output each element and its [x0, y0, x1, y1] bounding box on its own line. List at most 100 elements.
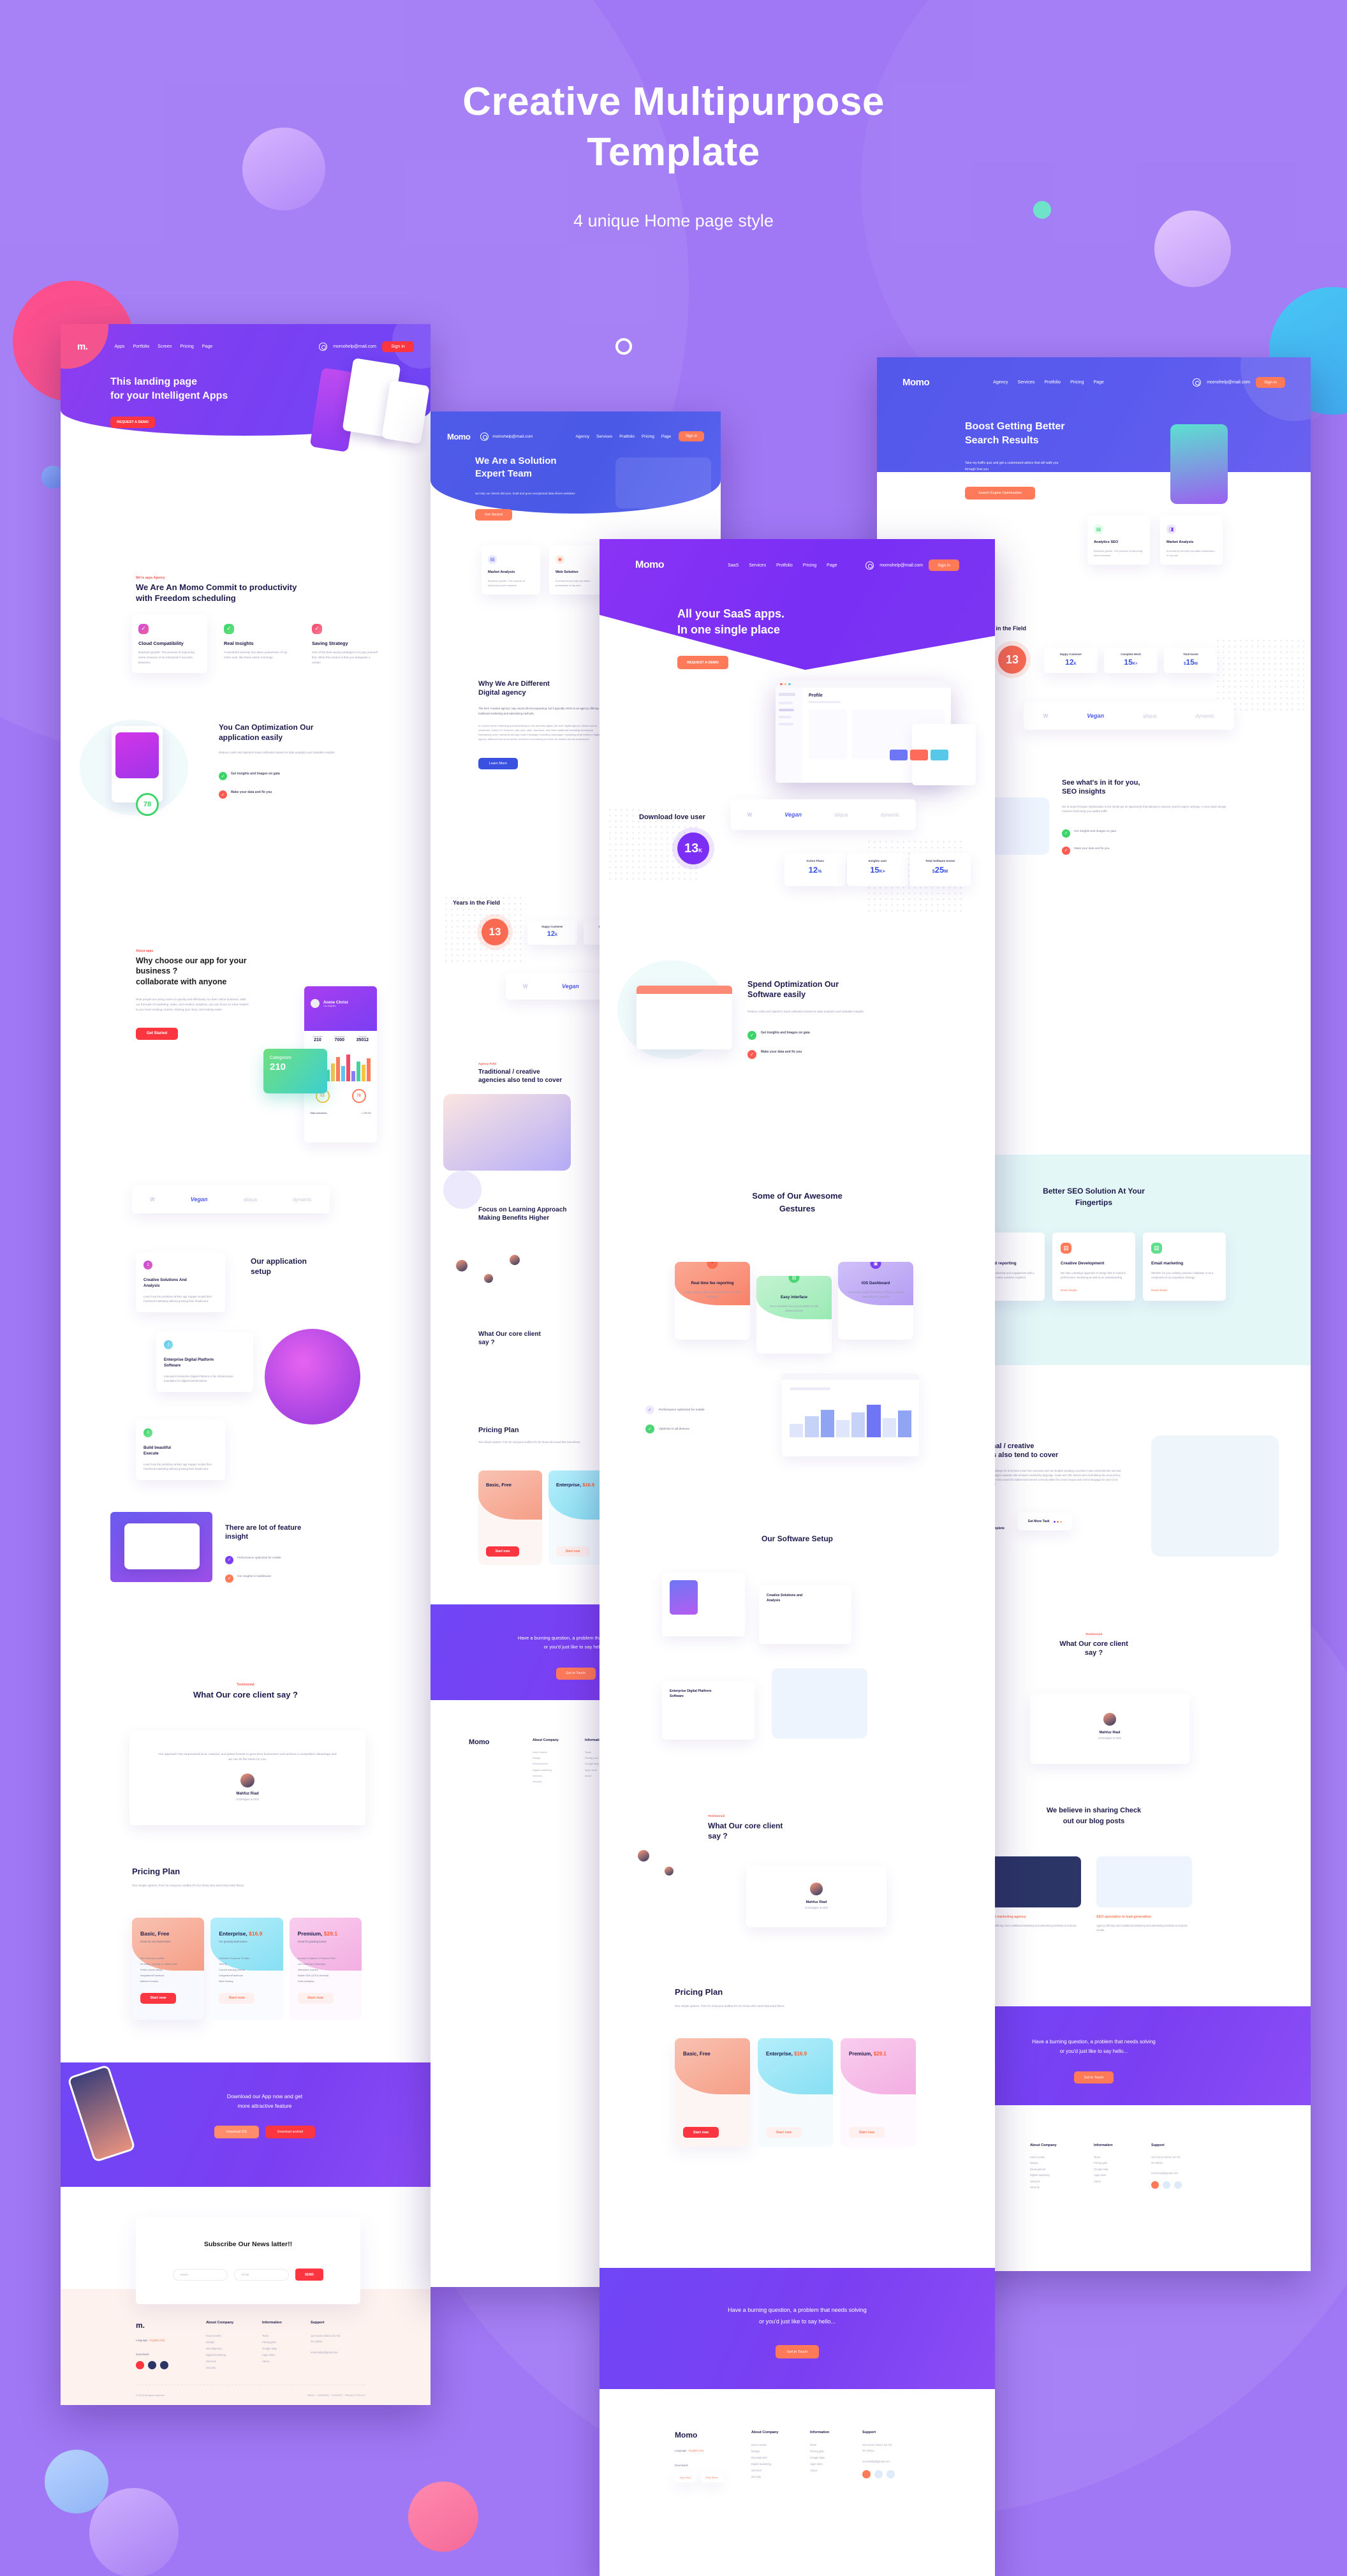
- footer-bottom-link[interactable]: NEWS: [307, 2394, 315, 2397]
- blog-card[interactable]: Digital marketing agency Agency offering…: [985, 1856, 1081, 1932]
- service-card[interactable]: ▤ Market Analysis Business growth. The p…: [482, 545, 540, 595]
- footer-link[interactable]: Services: [533, 1774, 542, 1777]
- avatar[interactable]: [484, 1274, 493, 1283]
- footer-email[interactable]: momohelp@gmail.com: [311, 2351, 365, 2354]
- footer-link[interactable]: Apps store: [262, 2353, 275, 2357]
- footer-link[interactable]: About: [1094, 2180, 1101, 2183]
- setup-card[interactable]: [662, 1573, 745, 1636]
- twitter-icon[interactable]: [148, 2361, 156, 2369]
- footer-email[interactable]: momohelp@gmail.com: [862, 2460, 926, 2463]
- footer-link[interactable]: Apps store: [810, 2462, 823, 2466]
- footer-link[interactable]: Digital marketing: [533, 1768, 552, 1772]
- subscribe-email-input[interactable]: Email: [234, 2269, 289, 2281]
- feature-card[interactable]: ✓ Saving Strategy One of the best saving…: [308, 614, 383, 673]
- nav-link-apps[interactable]: Apps: [115, 344, 125, 349]
- different-cta-button[interactable]: Learn More: [478, 758, 518, 770]
- pricing-card[interactable]: Basic, Free Great for new businesses 250…: [132, 1918, 205, 2020]
- plan-cta-button[interactable]: Start now: [297, 1992, 334, 2004]
- nav-link-page[interactable]: Page: [827, 563, 837, 568]
- footer-link[interactable]: Pricing plan: [585, 1756, 598, 1759]
- footer-link[interactable]: Google Map: [262, 2347, 277, 2350]
- setup-card[interactable]: Enterprise Digital Platform Software: [662, 1681, 754, 1740]
- nav-link-page[interactable]: Page: [661, 434, 671, 439]
- why-cta-button[interactable]: Get Started: [136, 1027, 178, 1040]
- footer-link[interactable]: Services: [206, 2360, 216, 2363]
- nav-link-services[interactable]: Services: [1018, 380, 1035, 385]
- nav-email[interactable]: momohelp@mail.com: [492, 434, 533, 439]
- footer-link[interactable]: Pricing plan: [262, 2341, 276, 2344]
- nav-link-agency[interactable]: Agency: [575, 434, 589, 439]
- pricing-card[interactable]: Enterprise, $16.9 Start now: [758, 2038, 833, 2147]
- facebook-icon[interactable]: [862, 2470, 871, 2479]
- logo[interactable]: Momo: [447, 432, 471, 441]
- pricing-card[interactable]: Basic, Free Start now: [675, 2038, 750, 2147]
- footer-language-value[interactable]: English (UK): [150, 2339, 165, 2342]
- nav-link-page[interactable]: Page: [202, 344, 212, 349]
- hero-cta-button[interactable]: REQUEST A DEMO: [110, 417, 155, 429]
- footer-bottom-link[interactable]: PRIVACY POLICY: [345, 2394, 365, 2397]
- nav-link-services[interactable]: Services: [596, 434, 612, 439]
- twitter-icon[interactable]: [874, 2470, 883, 2479]
- navbar[interactable]: Momo momohelp@mail.com Agency Services P…: [431, 426, 721, 447]
- nav-link-screen[interactable]: Screen: [158, 344, 172, 349]
- signin-button[interactable]: Sign in: [929, 559, 959, 571]
- footer-link[interactable]: Design: [751, 2450, 760, 2453]
- pricing-card[interactable]: Enterprise, $16.9 For growing businesses…: [210, 1918, 283, 2020]
- footer-link[interactable]: Design: [206, 2341, 214, 2344]
- dribbble-icon[interactable]: [160, 2361, 168, 2369]
- blog-title[interactable]: Digital marketing agency: [985, 1915, 1081, 1919]
- mockup-app-landing[interactable]: m. Apps Portfolio Screen Pricing Page mo…: [61, 324, 431, 2405]
- mockup-saas-landing[interactable]: Momo SaaS Services Protfolio Pricing Pag…: [600, 539, 995, 2576]
- plan-cta-button[interactable]: Start now: [486, 1546, 519, 1557]
- pricing-card[interactable]: Premium, $29.1 Great for growing teams I…: [289, 1918, 362, 2020]
- service-card[interactable]: ◨ Market Analysis A wonderful serenity h…: [1160, 515, 1223, 565]
- facebook-icon[interactable]: [136, 2361, 144, 2369]
- footer-link[interactable]: Design: [533, 1756, 540, 1759]
- footer-link[interactable]: Google Map: [585, 1762, 599, 1765]
- hero-cta-button[interactable]: Get Started: [475, 509, 512, 521]
- plan-cta-button[interactable]: Start now: [219, 1992, 255, 2004]
- nav-link-pricing[interactable]: Pricing: [803, 563, 816, 568]
- footer-link[interactable]: Pricing plan: [810, 2450, 824, 2453]
- signin-button[interactable]: Sign in: [1256, 376, 1285, 388]
- hero-cta-button[interactable]: Search Engine Optimization: [965, 486, 1035, 500]
- signin-button[interactable]: Sign in: [382, 341, 414, 352]
- navbar[interactable]: m. Apps Portfolio Screen Pricing Page mo…: [61, 336, 431, 357]
- nav-link-pricing[interactable]: Pricing: [642, 434, 654, 439]
- nav-email[interactable]: momohelp@mail.com: [333, 344, 376, 349]
- footer-bottom-link[interactable]: CONTACT: [331, 2394, 343, 2397]
- footer-link[interactable]: Apps store: [585, 1768, 597, 1772]
- navbar[interactable]: Momo SaaS Services Protfolio Pricing Pag…: [600, 554, 995, 576]
- footer-link[interactable]: How it works: [206, 2334, 221, 2337]
- nav-link-portfolio[interactable]: Protfolio: [776, 563, 793, 568]
- appstore-button[interactable]: App Store: [675, 2473, 696, 2482]
- feature-card[interactable]: ✓ Real Insights A wonderful serenity has…: [220, 614, 295, 673]
- nav-link-page[interactable]: Page: [1093, 380, 1103, 385]
- cta-button[interactable]: Get in Touch: [556, 1667, 596, 1680]
- footer-link[interactable]: Development: [533, 1762, 548, 1765]
- logo[interactable]: Momo: [635, 559, 665, 571]
- seo-card[interactable]: ▤ Creative Development We take a strateg…: [1052, 1232, 1135, 1301]
- cta-button[interactable]: Get in Touch: [776, 2345, 819, 2359]
- seo-card[interactable]: ▤ Email marketing Whether it's your exis…: [1143, 1232, 1226, 1301]
- read-details-link[interactable]: Read details: [1151, 1289, 1218, 1292]
- logo[interactable]: Momo: [902, 377, 930, 388]
- dribbble-icon[interactable]: [887, 2470, 895, 2479]
- footer-link[interactable]: Team: [1094, 2156, 1100, 2159]
- avatar[interactable]: [510, 1255, 520, 1265]
- footer-link[interactable]: Security: [1030, 2186, 1040, 2189]
- playstore-button[interactable]: Play Store: [700, 2473, 723, 2482]
- pricing-card[interactable]: Basic, Free Start now: [478, 1470, 542, 1565]
- hero-action-button[interactable]: [910, 750, 928, 760]
- footer-link[interactable]: Digital marketing: [206, 2353, 226, 2357]
- setup-card[interactable]: Creative Solutions and Analysis: [759, 1585, 851, 1644]
- footer-link[interactable]: Security: [533, 1780, 541, 1783]
- hero-action-button[interactable]: [890, 750, 908, 760]
- blog-title[interactable]: SEO specialize in lead generation: [1096, 1915, 1192, 1919]
- nav-link-agency[interactable]: Agency: [993, 380, 1008, 385]
- feature-card[interactable]: ✓ Cloud Compatibility Business growth. T…: [132, 614, 207, 673]
- nav-link-saas[interactable]: SaaS: [728, 563, 739, 568]
- navbar[interactable]: Momo Agency Services Protfolio Pricing P…: [877, 371, 1311, 393]
- nav-link-portfolio[interactable]: Protfolio: [1044, 380, 1061, 385]
- footer-link[interactable]: About: [262, 2360, 269, 2363]
